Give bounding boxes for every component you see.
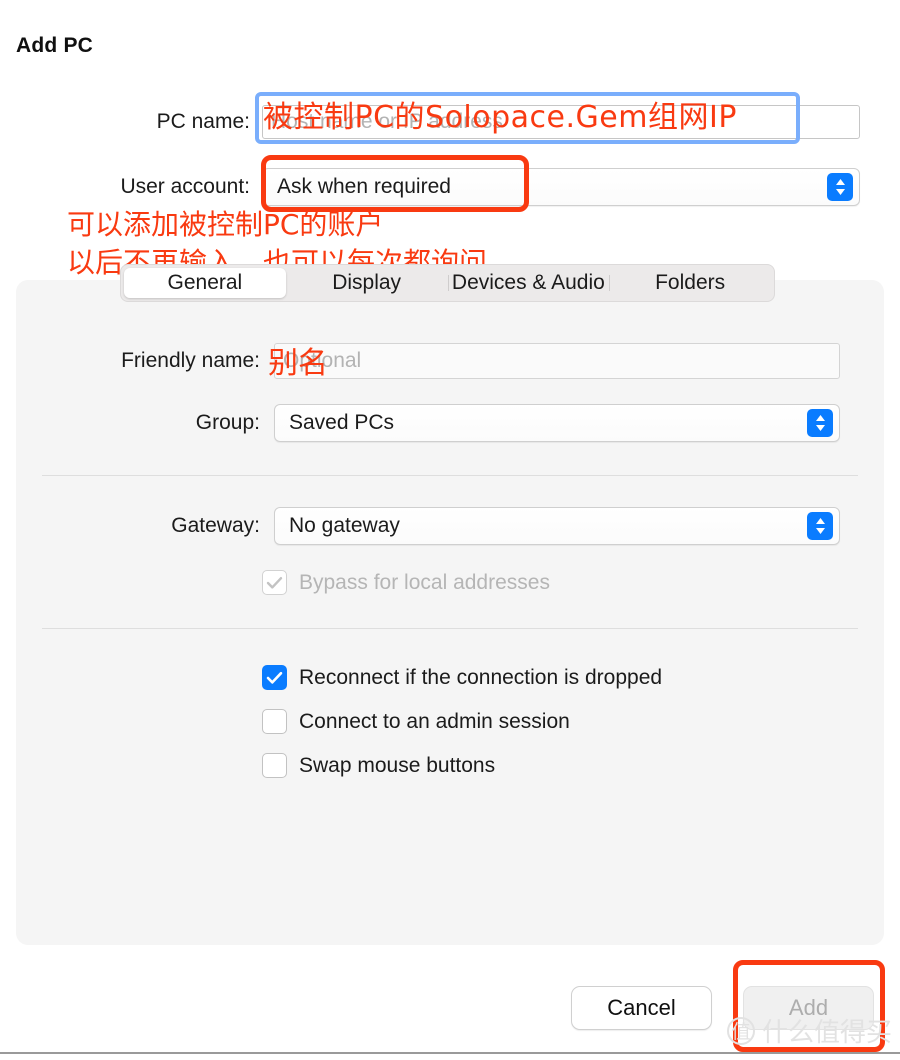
admin-session-label: Connect to an admin session [299, 709, 570, 733]
pc-name-label: PC name: [156, 110, 250, 133]
user-account-row: User account: Ask when required [0, 168, 860, 206]
friendly-name-row: Friendly name: Optional [60, 343, 840, 379]
tab-display[interactable]: Display [286, 268, 448, 298]
checkbox-admin-session[interactable] [262, 709, 287, 734]
friendly-name-input[interactable]: Optional [274, 343, 840, 379]
group-row: Group: Saved PCs [60, 404, 840, 442]
gateway-value: No gateway [289, 514, 400, 537]
user-account-label: User account: [120, 175, 250, 198]
reconnect-checkbox-row[interactable]: Reconnect if the connection is dropped [262, 665, 662, 690]
user-account-value: Ask when required [277, 175, 451, 198]
bypass-local-addresses-label: Bypass for local addresses [299, 570, 550, 594]
settings-tabbar: General Display Devices & Audio Folders [120, 264, 775, 302]
gateway-row: Gateway: No gateway [60, 507, 840, 545]
chevron-updown-icon[interactable] [827, 173, 853, 201]
gateway-label: Gateway: [171, 514, 260, 537]
annotation-pc-name: 被控制PC的Solopace.Gem组网IP [263, 100, 737, 135]
reconnect-label: Reconnect if the connection is dropped [299, 665, 663, 689]
annotation-account-line1: 可以添加被控制PC的账户 [67, 208, 384, 241]
group-label: Group: [195, 411, 260, 434]
cancel-button[interactable]: Cancel [571, 986, 712, 1030]
bypass-local-addresses-checkbox-row[interactable]: Bypass for local addresses [262, 570, 550, 595]
gateway-select[interactable]: No gateway [274, 507, 840, 545]
chevron-updown-icon[interactable] [807, 512, 833, 540]
swap-mouse-buttons-label: Swap mouse buttons [299, 753, 496, 777]
group-value: Saved PCs [289, 411, 395, 434]
tab-devices-audio[interactable]: Devices & Audio [447, 268, 610, 298]
annotation-friendly-name: 别名 [268, 346, 328, 381]
admin-session-checkbox-row[interactable]: Connect to an admin session [262, 709, 570, 734]
user-account-select[interactable]: Ask when required [262, 168, 860, 206]
window-bottom-edge [0, 1052, 900, 1054]
general-settings-panel: Friendly name: Optional Group: Saved PCs… [16, 280, 884, 945]
panel-divider [42, 628, 858, 629]
swap-mouse-buttons-checkbox-row[interactable]: Swap mouse buttons [262, 753, 495, 778]
tab-folders[interactable]: Folders [609, 268, 771, 298]
group-select[interactable]: Saved PCs [274, 404, 840, 442]
add-button[interactable]: Add [743, 986, 874, 1030]
checkbox-bypass-local-addresses [262, 570, 287, 595]
page-title: Add PC [16, 34, 94, 57]
checkbox-swap-mouse-buttons[interactable] [262, 753, 287, 778]
chevron-updown-icon[interactable] [807, 409, 833, 437]
tab-general[interactable]: General [124, 268, 286, 298]
friendly-name-label: Friendly name: [121, 349, 260, 372]
checkbox-reconnect[interactable] [262, 665, 287, 690]
panel-divider [42, 475, 858, 476]
